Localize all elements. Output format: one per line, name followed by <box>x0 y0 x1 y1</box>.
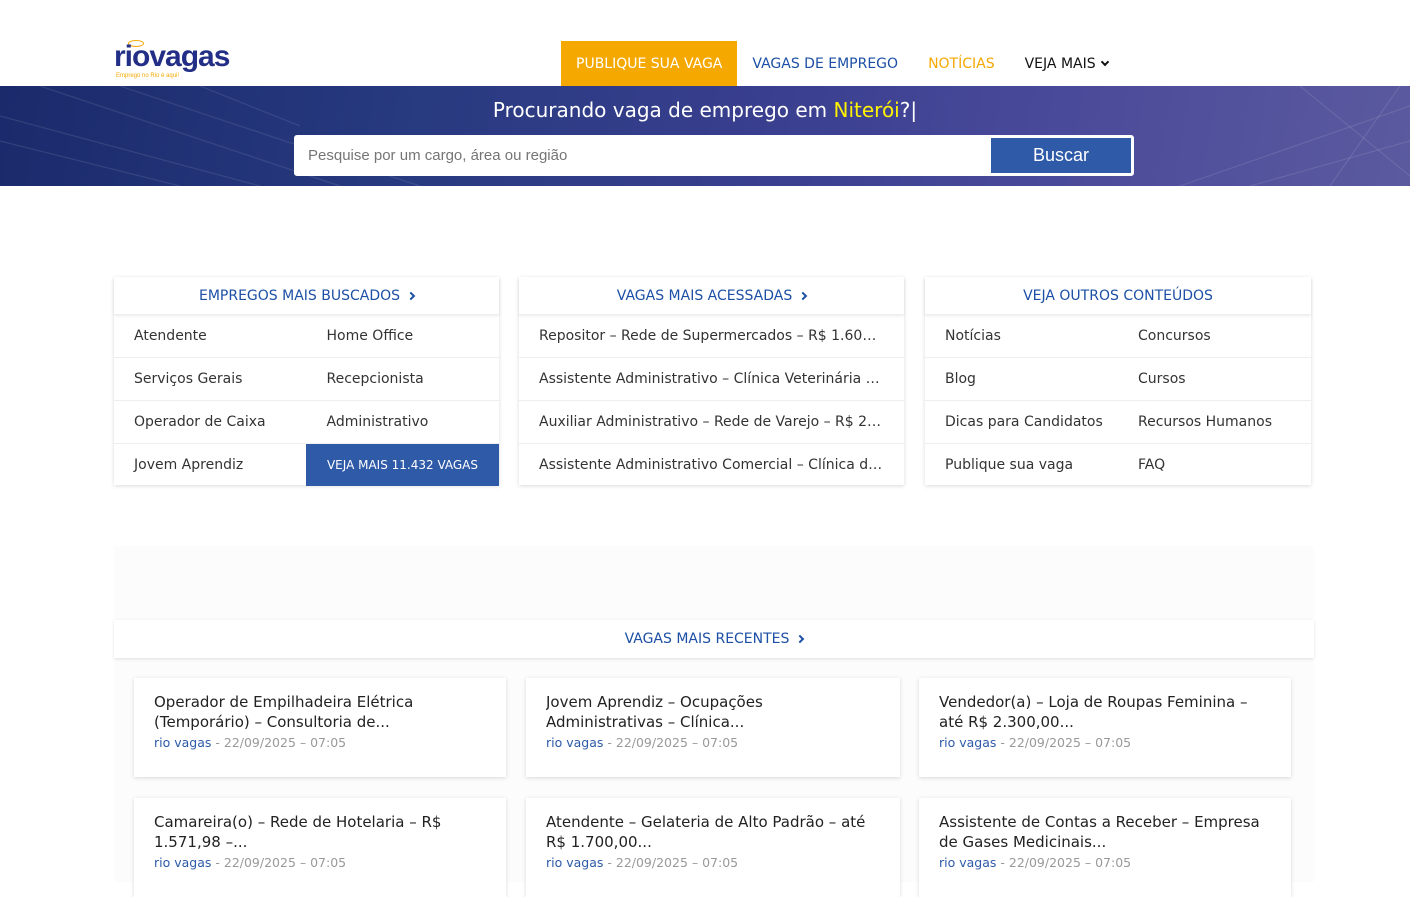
logo-tagline: Emprego no Rio é aqui! <box>116 73 180 79</box>
logo-wordmark: riovagas <box>114 40 230 73</box>
job-title[interactable]: Camareira(o) – Rede de Hotelaria – R$ 1.… <box>154 812 486 852</box>
list-link[interactable]: Auxiliar Administrativo – Rede de Varejo… <box>519 414 904 430</box>
main-nav: PUBLIQUE SUA VAGA VAGAS DE EMPREGO NOTÍC… <box>561 41 1123 86</box>
job-search-input[interactable] <box>308 137 988 174</box>
list-row: Jovem Aprendiz VEJA MAIS 11.432 VAGAS <box>114 443 499 486</box>
card-vagas-mais-acessadas: VAGAS MAIS ACESSADAS Repositor – Rede de… <box>519 277 904 485</box>
job-meta: rio vagas - 22/09/2025 – 07:05 <box>546 735 880 750</box>
job-source[interactable]: rio vagas <box>154 855 211 870</box>
job-card[interactable]: Atendente – Gelateria de Alto Padrão – a… <box>526 798 900 897</box>
list-row: Auxiliar Administrativo – Rede de Varejo… <box>519 400 904 443</box>
list-link[interactable]: Administrativo <box>307 414 500 430</box>
job-meta: rio vagas - 22/09/2025 – 07:05 <box>154 855 486 870</box>
job-source[interactable]: rio vagas <box>546 735 603 750</box>
search-button[interactable]: Buscar <box>991 138 1131 173</box>
job-date: - 22/09/2025 – 07:05 <box>211 855 347 870</box>
list-link[interactable]: Publique sua vaga <box>925 457 1118 473</box>
job-card[interactable]: Assistente de Contas a Receber – Empresa… <box>919 798 1291 897</box>
card-header: VEJA OUTROS CONTEÚDOS <box>925 277 1311 314</box>
chevron-down-icon <box>1100 57 1109 66</box>
list-row: Operador de Caixa Administrativo <box>114 400 499 443</box>
list-link[interactable]: Home Office <box>307 328 500 344</box>
list-row: Assistente Administrativo – Clínica Vete… <box>519 357 904 400</box>
list-link[interactable]: Assistente Administrativo Comercial – Cl… <box>519 457 904 473</box>
list-link[interactable]: Concursos <box>1118 328 1311 344</box>
nav-noticias[interactable]: NOTÍCIAS <box>913 41 1010 86</box>
job-card[interactable]: Operador de Empilhadeira Elétrica (Tempo… <box>134 678 506 777</box>
hero-heading-city: Niterói <box>833 98 900 122</box>
card-title: VEJA OUTROS CONTEÚDOS <box>1023 287 1213 304</box>
card-title: VAGAS MAIS ACESSADAS <box>616 287 793 304</box>
card-veja-outros-conteudos: VEJA OUTROS CONTEÚDOS Notícias Concursos… <box>925 277 1311 485</box>
list-link[interactable]: Notícias <box>925 328 1118 344</box>
list-row: Publique sua vaga FAQ <box>925 443 1311 486</box>
list-row: Serviços Gerais Recepcionista <box>114 357 499 400</box>
list-row: Dicas para Candidatos Recursos Humanos <box>925 400 1311 443</box>
job-source[interactable]: rio vagas <box>546 855 603 870</box>
job-source[interactable]: rio vagas <box>154 735 211 750</box>
job-card[interactable]: Vendedor(a) – Loja de Roupas Feminina – … <box>919 678 1291 777</box>
hero-heading-suffix: ?| <box>899 98 918 122</box>
list-link[interactable]: Operador de Caixa <box>114 414 307 430</box>
list-link[interactable]: FAQ <box>1118 457 1311 473</box>
job-title[interactable]: Atendente – Gelateria de Alto Padrão – a… <box>546 812 880 852</box>
job-meta: rio vagas - 22/09/2025 – 07:05 <box>939 855 1271 870</box>
job-title[interactable]: Vendedor(a) – Loja de Roupas Feminina – … <box>939 692 1271 732</box>
job-meta: rio vagas - 22/09/2025 – 07:05 <box>154 735 486 750</box>
job-card[interactable]: Camareira(o) – Rede de Hotelaria – R$ 1.… <box>134 798 506 897</box>
job-date: - 22/09/2025 – 07:05 <box>996 855 1132 870</box>
job-card[interactable]: Jovem Aprendiz – Ocupações Administrativ… <box>526 678 900 777</box>
list-row: Blog Cursos <box>925 357 1311 400</box>
card-empregos-mais-buscados: EMPREGOS MAIS BUSCADOS Atendente Home Of… <box>114 277 499 486</box>
list-row: Notícias Concursos <box>925 314 1311 357</box>
list-link[interactable]: Assistente Administrativo – Clínica Vete… <box>519 371 904 387</box>
list-link[interactable]: Atendente <box>114 328 307 344</box>
hero-banner: Procurando vaga de emprego em Niterói?| … <box>0 86 1410 186</box>
job-meta: rio vagas - 22/09/2025 – 07:05 <box>546 855 880 870</box>
list-link[interactable]: Serviços Gerais <box>114 371 307 387</box>
list-row: Atendente Home Office <box>114 314 499 357</box>
job-source[interactable]: rio vagas <box>939 855 996 870</box>
nav-vagas-de-emprego[interactable]: VAGAS DE EMPREGO <box>737 41 913 86</box>
job-date: - 22/09/2025 – 07:05 <box>211 735 347 750</box>
job-date: - 22/09/2025 – 07:05 <box>996 735 1132 750</box>
recent-jobs-header[interactable]: VAGAS MAIS RECENTES <box>114 620 1314 658</box>
hero-heading: Procurando vaga de emprego em Niterói?| <box>0 98 1410 122</box>
job-date: - 22/09/2025 – 07:05 <box>603 735 739 750</box>
list-row: Repositor – Rede de Supermercados – R$ 1… <box>519 314 904 357</box>
riovagas-logo[interactable]: riovagas Emprego no Rio é aqui! <box>114 40 234 84</box>
card-header[interactable]: VAGAS MAIS ACESSADAS <box>519 277 904 314</box>
job-title[interactable]: Operador de Empilhadeira Elétrica (Tempo… <box>154 692 486 732</box>
list-link[interactable]: Dicas para Candidatos <box>925 414 1118 430</box>
list-row: Assistente Administrativo Comercial – Cl… <box>519 443 904 486</box>
job-title[interactable]: Jovem Aprendiz – Ocupações Administrativ… <box>546 692 880 732</box>
list-link[interactable]: Blog <box>925 371 1118 387</box>
list-link[interactable]: Recepcionista <box>307 371 500 387</box>
hero-heading-prefix: Procurando vaga de emprego em <box>492 98 834 122</box>
chevron-right-icon <box>796 634 805 644</box>
card-header[interactable]: EMPREGOS MAIS BUSCADOS <box>114 277 499 314</box>
job-date: - 22/09/2025 – 07:05 <box>603 855 739 870</box>
site-header: riovagas Emprego no Rio é aqui! PUBLIQUE… <box>0 0 1410 86</box>
nav-veja-mais[interactable]: VEJA MAIS <box>1010 41 1123 86</box>
list-link[interactable]: Recursos Humanos <box>1118 414 1311 430</box>
nav-publique-sua-vaga[interactable]: PUBLIQUE SUA VAGA <box>561 41 738 86</box>
list-link[interactable]: Repositor – Rede de Supermercados – R$ 1… <box>519 328 904 344</box>
chevron-right-icon <box>798 291 808 300</box>
section-title: VAGAS MAIS RECENTES <box>624 631 790 647</box>
job-source[interactable]: rio vagas <box>939 735 996 750</box>
recent-jobs-section: VAGAS MAIS RECENTES Operador de Empilhad… <box>114 546 1314 897</box>
veja-mais-vagas-button[interactable]: VEJA MAIS 11.432 VAGAS <box>306 444 499 486</box>
list-link[interactable]: Cursos <box>1118 371 1311 387</box>
job-meta: rio vagas - 22/09/2025 – 07:05 <box>939 735 1271 750</box>
job-search-form: Buscar <box>294 135 1134 176</box>
card-title: EMPREGOS MAIS BUSCADOS <box>198 287 401 304</box>
list-link[interactable]: Jovem Aprendiz <box>114 457 307 473</box>
nav-veja-mais-label: VEJA MAIS <box>1024 55 1096 72</box>
chevron-right-icon <box>406 291 416 300</box>
job-title[interactable]: Assistente de Contas a Receber – Empresa… <box>939 812 1271 852</box>
